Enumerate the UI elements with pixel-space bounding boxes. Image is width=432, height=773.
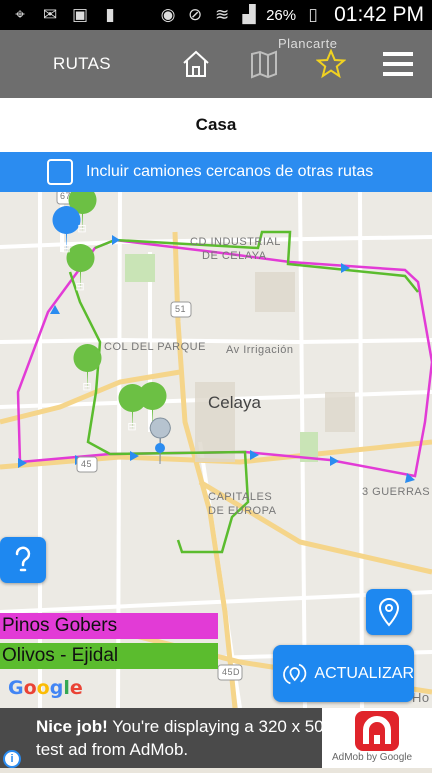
notification-icon: ✉ <box>42 5 58 25</box>
map-label-de-europa: DE EUROPA <box>208 505 277 517</box>
refresh-location-icon <box>283 663 307 684</box>
map-label-de-celaya: DE CELAYA <box>202 250 267 262</box>
ad-text-rest: You're displaying a 320 x 50 <box>107 717 324 736</box>
route-legend-olivos-ejidal[interactable]: Olivos - Ejidal <box>0 643 218 669</box>
map-label-capitales: CAPITALES <box>208 491 273 503</box>
eye-icon: ◉ <box>160 5 176 25</box>
favorites-button[interactable] <box>313 46 349 82</box>
location-pin-icon <box>378 597 400 627</box>
svg-text:⊟: ⊟ <box>61 242 70 255</box>
help-button[interactable] <box>0 537 46 583</box>
update-button[interactable]: ACTUALIZAR <box>273 645 414 702</box>
menu-button[interactable] <box>380 46 416 82</box>
map-label-col-del-parque: COL DEL PARQUE <box>104 341 206 353</box>
home-icon <box>183 50 209 77</box>
signal-icon: ▟ <box>242 5 256 25</box>
update-button-label: ACTUALIZAR <box>314 664 414 682</box>
ad-text-bold: Nice job! <box>36 717 108 736</box>
selected-place-title: Casa <box>195 115 237 134</box>
hamburger-menu-icon <box>383 52 413 76</box>
svg-text:⊟: ⊟ <box>75 280 84 293</box>
selected-place-header: Casa <box>0 98 432 152</box>
clock: 01:42 PM <box>334 3 424 26</box>
include-nearby-buses-checkbox[interactable] <box>47 159 73 185</box>
map-label-celaya: Celaya <box>208 393 261 412</box>
admob-brand-text: AdMob by Google <box>332 752 413 763</box>
google-logo: Google <box>8 677 83 699</box>
include-nearby-buses-row[interactable]: Incluir camiones cercanos de otras rutas <box>0 152 432 192</box>
map-label-av-irrigacion: Av Irrigación <box>226 344 294 356</box>
battery-icon: ▯ <box>308 5 318 25</box>
no-signal-icon: ⊘ <box>187 5 203 25</box>
svg-text:⊟: ⊟ <box>82 380 91 393</box>
ad-info-icon[interactable]: i <box>3 750 21 768</box>
question-icon <box>15 546 31 572</box>
my-location-button[interactable] <box>366 589 412 635</box>
image-icon: ▣ <box>71 5 89 25</box>
map-label-ho: Ho <box>412 690 430 705</box>
include-nearby-buses-label: Incluir camiones cercanos de otras rutas <box>86 163 374 180</box>
wifi-icon: ≋ <box>214 5 230 25</box>
road-shield-45: 45 <box>81 459 93 469</box>
map-button[interactable] <box>246 46 282 82</box>
battery-percent: 26% <box>266 6 297 24</box>
routes-title[interactable]: RUTAS <box>53 54 111 74</box>
gps-icon: ⌖ <box>15 5 25 25</box>
top-bar: RUTAS Plancarte <box>0 30 432 98</box>
svg-text:⊟: ⊟ <box>127 420 136 433</box>
map-label-cd-industrial: CD INDUSTRIAL <box>190 236 281 248</box>
admob-logo[interactable]: AdMob by Google <box>322 708 432 768</box>
home-button[interactable] <box>178 46 214 82</box>
road-shield-51: 51 <box>175 304 187 314</box>
road-shield-45d: 45D <box>222 667 241 677</box>
star-icon <box>316 49 346 79</box>
road-shield-67: 67 <box>60 192 72 201</box>
map-icon <box>251 50 277 79</box>
ad-text-line2: test ad from AdMob. <box>36 740 189 759</box>
svg-text:⊟: ⊟ <box>77 222 86 235</box>
route-legend-pinos-gobers[interactable]: Pinos Gobers <box>0 613 218 639</box>
status-bar: ⌖ ✉ ▣ ▮ ◉ ⊘ ≋ ▟ 26% ▯ 01:42 PM <box>0 0 432 30</box>
map-label-3-guerras: 3 GUERRAS <box>362 486 431 498</box>
sd-card-icon: ▮ <box>105 5 115 25</box>
ad-banner[interactable]: Nice job! You're displaying a 320 x 50 t… <box>0 708 432 768</box>
ad-text-line1: Nice job! You're displaying a 320 x 50 <box>36 717 324 737</box>
